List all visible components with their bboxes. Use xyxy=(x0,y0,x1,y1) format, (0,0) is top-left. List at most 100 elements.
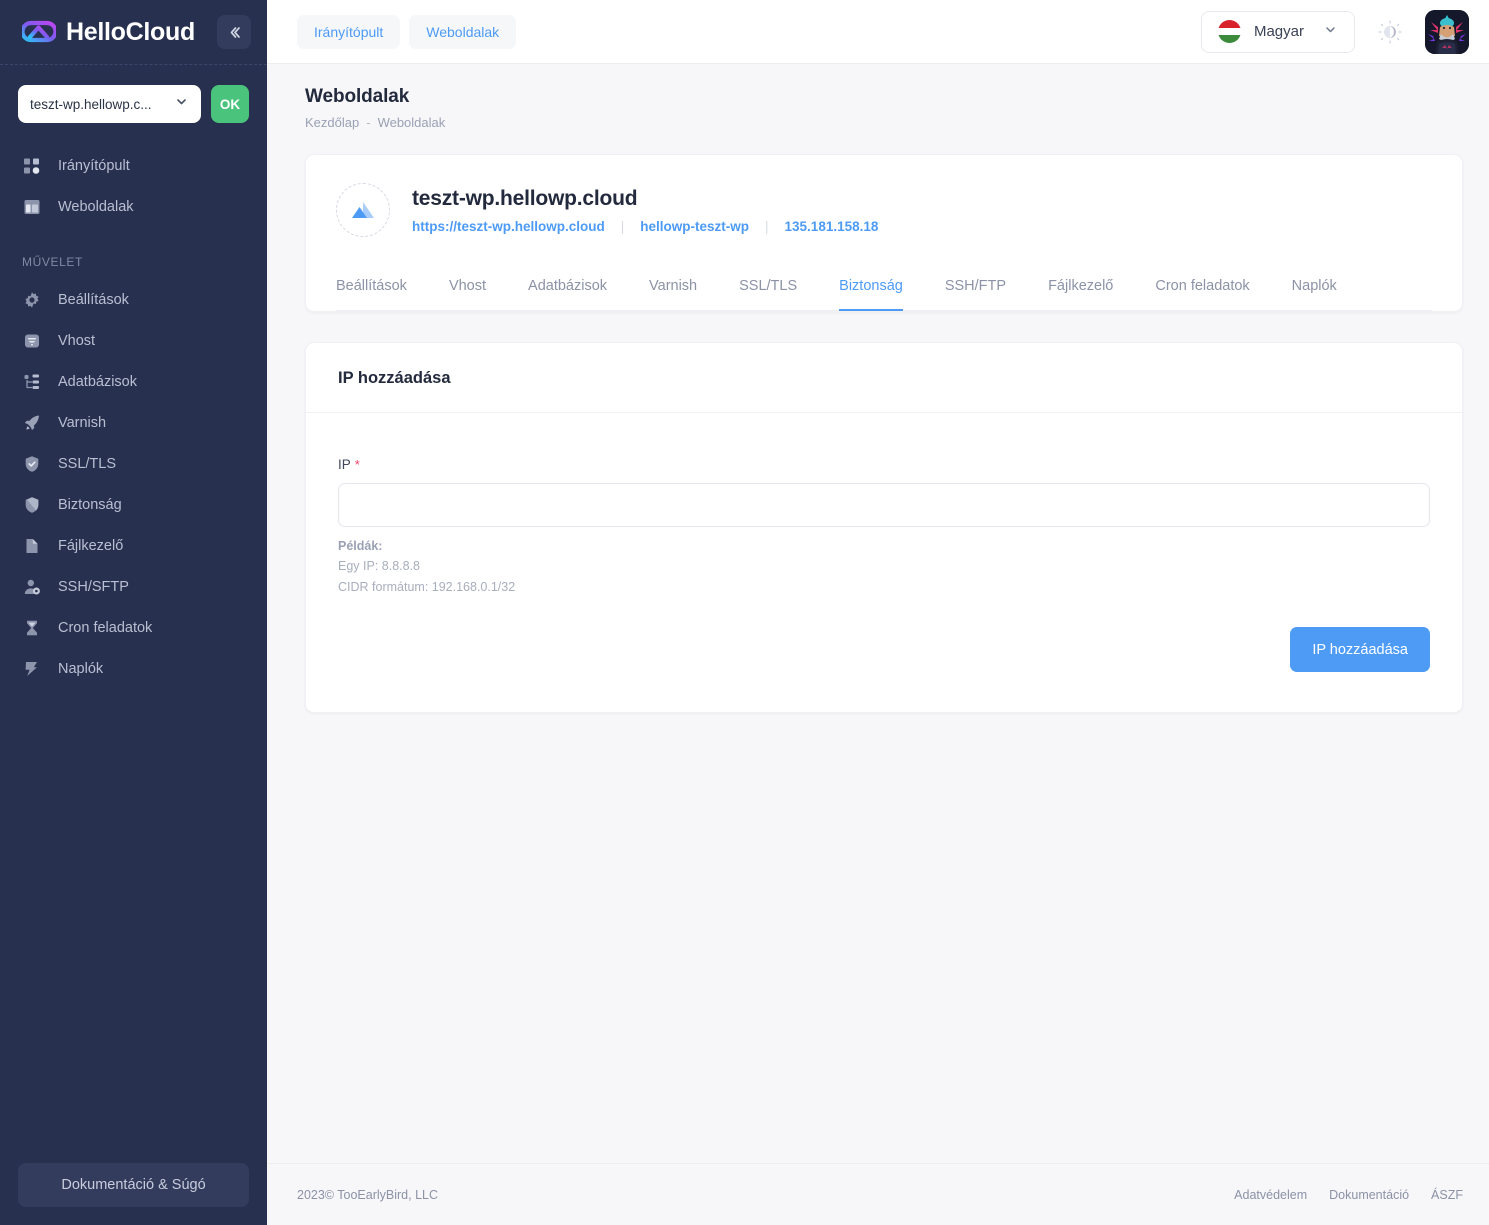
sidebar-footer: Dokumentáció & Súgó xyxy=(0,1163,267,1225)
language-value: Magyar xyxy=(1253,23,1304,40)
avatar[interactable] xyxy=(1425,9,1469,54)
gear-icon xyxy=(22,290,42,310)
page-content: Weboldalak Kezdőlap - Weboldalak teszt-w… xyxy=(267,64,1489,1163)
sidebar-site-selector-row: teszt-wp.hellowp.c... OK xyxy=(0,65,267,145)
footer-links: Adatvédelem Dokumentáció ÁSZF xyxy=(1234,1188,1463,1202)
add-ip-card-body: IP * Példák: Egy IP: 8.8.8.8 CIDR formát… xyxy=(306,413,1462,712)
ip-label-text: IP xyxy=(338,457,351,472)
sidebar-item-adatbazisok[interactable]: Adatbázisok xyxy=(0,361,267,402)
sidebar-item-label: SSL/TLS xyxy=(58,455,117,472)
footer-link-adatvedelem[interactable]: Adatvédelem xyxy=(1234,1188,1307,1202)
dashboard-icon xyxy=(22,156,42,176)
main-area: Irányítópult Weboldalak Magyar Weboldala… xyxy=(267,0,1489,1225)
site-slug-link[interactable]: hellowp-teszt-wp xyxy=(640,219,749,234)
crumb-tab-weboldalak[interactable]: Weboldalak xyxy=(409,14,517,49)
tab-beallitasok[interactable]: Beállítások xyxy=(336,268,407,311)
chevron-down-icon xyxy=(174,94,189,114)
site-name: teszt-wp.hellowp.cloud xyxy=(412,186,638,210)
rocket-icon xyxy=(22,413,42,433)
hint-cidr: CIDR formátum: 192.168.0.1/32 xyxy=(338,579,516,594)
site-ip-link[interactable]: 135.181.158.18 xyxy=(785,219,879,234)
tab-cron-feladatok[interactable]: Cron feladatok xyxy=(1155,268,1249,311)
site-selector-ok-button[interactable]: OK xyxy=(211,85,249,123)
sidebar-item-label: Weboldalak xyxy=(58,198,134,215)
documentation-help-button[interactable]: Dokumentáció & Súgó xyxy=(18,1163,249,1207)
logs-icon xyxy=(22,659,42,679)
sidebar-nav: Irányítópult Weboldalak MŰVELET Beállítá… xyxy=(0,145,267,689)
submit-row: IP hozzáadása xyxy=(338,627,1430,673)
ip-hints: Példák: Egy IP: 8.8.8.8 CIDR formátum: 1… xyxy=(338,539,1430,597)
ip-input[interactable] xyxy=(338,483,1430,527)
ip-field-label: IP * xyxy=(338,457,1430,472)
footer-link-dokumentacio[interactable]: Dokumentáció xyxy=(1329,1188,1409,1202)
tab-fajlkezelo[interactable]: Fájlkezelő xyxy=(1048,268,1113,311)
sidebar: HelloCloud teszt-wp.hellowp.c... OK Irán… xyxy=(0,0,267,1225)
tab-naplok[interactable]: Naplók xyxy=(1292,268,1337,311)
footer: 2023© TooEarlyBird, LLC Adatvédelem Doku… xyxy=(267,1163,1489,1225)
sidebar-item-weboldalak[interactable]: Weboldalak xyxy=(0,186,267,227)
tab-ssl-tls[interactable]: SSL/TLS xyxy=(739,268,797,311)
sidebar-item-label: Cron feladatok xyxy=(58,619,153,636)
topbar-crumb-tabs: Irányítópult Weboldalak xyxy=(297,14,517,49)
layout-icon xyxy=(22,197,42,217)
site-tabs: Beállítások Vhost Adatbázisok Varnish SS… xyxy=(336,267,1432,311)
tab-ssh-ftp[interactable]: SSH/FTP xyxy=(945,268,1006,311)
sidebar-item-ssh-sftp[interactable]: SSH/SFTP xyxy=(0,566,267,607)
sidebar-item-label: Irányítópult xyxy=(58,157,130,174)
tab-varnish[interactable]: Varnish xyxy=(649,268,697,311)
tab-adatbazisok[interactable]: Adatbázisok xyxy=(528,268,607,311)
site-selector-value: teszt-wp.hellowp.c... xyxy=(30,96,152,112)
sidebar-item-label: Biztonság xyxy=(58,496,122,513)
sidebar-item-varnish[interactable]: Varnish xyxy=(0,402,267,443)
site-link-separator: | xyxy=(765,218,769,234)
sidebar-item-label: Naplók xyxy=(58,660,104,677)
add-ip-button[interactable]: IP hozzáadása xyxy=(1290,627,1430,673)
sidebar-item-ssl-tls[interactable]: SSL/TLS xyxy=(0,443,267,484)
language-selector[interactable]: Magyar xyxy=(1200,10,1355,53)
sidebar-item-label: Vhost xyxy=(58,332,96,349)
site-link-separator: | xyxy=(620,218,625,234)
page-title: Weboldalak xyxy=(305,86,410,107)
breadcrumb-home[interactable]: Kezdőlap xyxy=(305,115,359,130)
footer-link-aszf[interactable]: ÁSZF xyxy=(1431,1188,1463,1202)
topbar-right-group: Magyar xyxy=(1200,9,1469,54)
shield-check-icon xyxy=(22,454,42,474)
sidebar-section-label: MŰVELET xyxy=(22,255,83,269)
brand-name: HelloCloud xyxy=(66,17,195,46)
sidebar-item-naplok[interactable]: Naplók xyxy=(0,648,267,689)
sidebar-item-label: SSH/SFTP xyxy=(58,578,129,595)
flag-hungary-icon xyxy=(1217,20,1241,43)
chevrons-left-icon xyxy=(230,26,240,38)
sidebar-collapse-button[interactable] xyxy=(217,15,251,49)
sidebar-item-beallitasok[interactable]: Beállítások xyxy=(0,279,267,320)
hourglass-icon xyxy=(22,618,42,638)
shield-icon xyxy=(22,495,42,515)
theme-toggle-button[interactable] xyxy=(1373,15,1407,49)
crumb-tab-iranyitopult[interactable]: Irányítópult xyxy=(297,14,401,49)
breadcrumb-separator: - xyxy=(366,115,371,130)
breadcrumb: Kezdőlap - Weboldalak xyxy=(305,115,1463,130)
chevron-down-icon xyxy=(1323,22,1338,42)
user-avatar-image xyxy=(1425,9,1469,54)
site-url-link[interactable]: https://teszt-wp.hellowp.cloud xyxy=(412,219,605,234)
add-ip-card: IP hozzáadása IP * Példák: Egy IP: 8.8.8… xyxy=(305,342,1463,714)
database-tree-icon xyxy=(22,372,42,392)
sidebar-item-label: Fájlkezelő xyxy=(58,537,124,554)
tab-vhost[interactable]: Vhost xyxy=(449,268,486,311)
footer-copyright: 2023© TooEarlyBird, LLC xyxy=(297,1187,439,1202)
tab-biztonsag[interactable]: Biztonság xyxy=(839,268,903,311)
sidebar-item-cron-feladatok[interactable]: Cron feladatok xyxy=(0,607,267,648)
filter-icon xyxy=(22,331,42,351)
sidebar-brand-row: HelloCloud xyxy=(0,0,267,64)
sidebar-item-vhost[interactable]: Vhost xyxy=(0,320,267,361)
topbar: Irányítópult Weboldalak Magyar xyxy=(267,0,1489,64)
user-key-icon xyxy=(22,577,42,597)
sidebar-item-fajlkezelo[interactable]: Fájlkezelő xyxy=(0,525,267,566)
sidebar-item-biztonsag[interactable]: Biztonság xyxy=(0,484,267,525)
sidebar-item-iranyitopult[interactable]: Irányítópult xyxy=(0,145,267,186)
mountain-site-icon xyxy=(336,183,390,237)
hellocloud-logo-icon xyxy=(20,17,58,47)
site-links: https://teszt-wp.hellowp.cloud | hellowp… xyxy=(412,219,878,234)
add-ip-card-header: IP hozzáadása xyxy=(306,343,1462,413)
site-selector-dropdown[interactable]: teszt-wp.hellowp.c... xyxy=(18,85,201,123)
